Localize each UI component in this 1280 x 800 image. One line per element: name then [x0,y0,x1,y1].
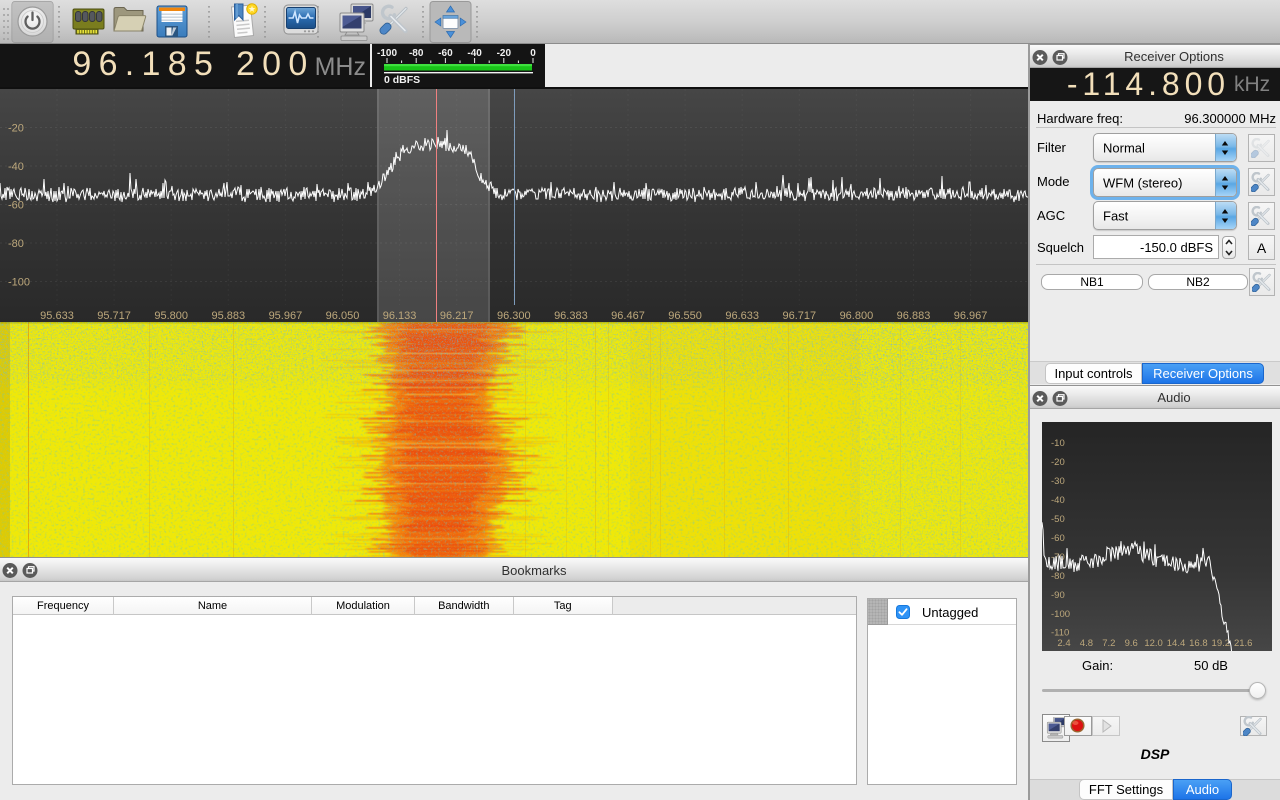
svg-text:-30: -30 [1051,476,1065,487]
svg-text:0 dBFS: 0 dBFS [384,74,420,86]
svg-text:95.633: 95.633 [40,310,74,322]
svg-text:21.6: 21.6 [1234,638,1253,649]
svg-text:-20: -20 [1051,457,1065,468]
svg-text:2.4: 2.4 [1057,638,1070,649]
svg-text:-50: -50 [1051,514,1065,525]
svg-text:-20: -20 [8,123,24,135]
svg-text:-100: -100 [8,277,30,289]
svg-text:-60: -60 [1051,533,1065,544]
svg-text:96.300: 96.300 [497,310,531,322]
svg-text:4.8: 4.8 [1080,638,1093,649]
svg-text:-40: -40 [467,48,482,59]
svg-text:95.883: 95.883 [211,310,245,322]
svg-text:96.383: 96.383 [554,310,588,322]
svg-text:96.967: 96.967 [954,310,988,322]
svg-text:96.050: 96.050 [326,310,360,322]
svg-text:95.800: 95.800 [154,310,188,322]
svg-text:96.133: 96.133 [383,310,417,322]
svg-text:7.2: 7.2 [1102,638,1115,649]
svg-text:96.883: 96.883 [897,310,931,322]
svg-text:-80: -80 [8,238,24,250]
svg-text:-80: -80 [1051,571,1065,582]
svg-text:95.717: 95.717 [97,310,131,322]
svg-text:19.2: 19.2 [1212,638,1231,649]
svg-text:96.467: 96.467 [611,310,645,322]
svg-text:0: 0 [530,48,536,59]
svg-text:96.717: 96.717 [782,310,816,322]
svg-text:-40: -40 [8,161,24,173]
svg-text:96.800: 96.800 [840,310,874,322]
svg-text:-20: -20 [497,48,512,59]
svg-text:95.967: 95.967 [269,310,303,322]
svg-text:-10: -10 [1051,438,1065,449]
svg-text:-40: -40 [1051,495,1065,506]
svg-text:-90: -90 [1051,590,1065,601]
svg-text:96.550: 96.550 [668,310,702,322]
svg-text:14.4: 14.4 [1167,638,1186,649]
svg-text:-100: -100 [1051,609,1070,620]
svg-text:-100: -100 [377,48,397,59]
svg-text:9.6: 9.6 [1125,638,1138,649]
svg-text:96.217: 96.217 [440,310,474,322]
svg-text:12.0: 12.0 [1144,638,1163,649]
svg-text:96.633: 96.633 [725,310,759,322]
svg-text:-60: -60 [8,200,24,212]
svg-text:-80: -80 [409,48,424,59]
svg-text:16.8: 16.8 [1189,638,1208,649]
svg-text:-60: -60 [438,48,453,59]
